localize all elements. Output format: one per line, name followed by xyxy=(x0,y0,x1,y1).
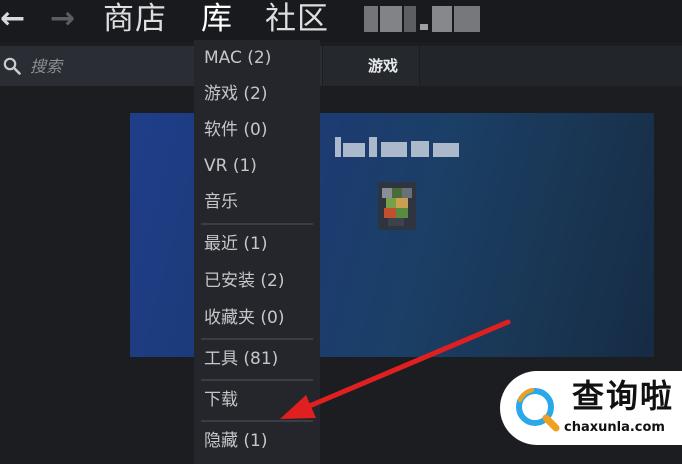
search-input[interactable] xyxy=(30,54,180,78)
chaxunla-logo-icon xyxy=(510,382,564,436)
watermark-text: 查询啦 xyxy=(572,377,675,415)
game-icon[interactable] xyxy=(378,182,416,230)
tab-store[interactable]: 商店 xyxy=(103,0,167,38)
menu-divider xyxy=(201,338,313,340)
menu-item-software[interactable]: 软件 (0) xyxy=(204,115,267,145)
watermark-url: chaxunla.com xyxy=(564,420,665,435)
menu-item-games[interactable]: 游戏 (2) xyxy=(204,79,267,109)
tab-profile-obscured[interactable] xyxy=(364,6,482,32)
tab-library[interactable]: 库 xyxy=(201,0,233,38)
search-icon xyxy=(3,57,21,75)
arrow-right-icon[interactable]: → xyxy=(50,0,75,38)
menu-item-downloads[interactable]: 下载 xyxy=(204,385,238,415)
menu-item-mac[interactable]: MAC (2) xyxy=(204,43,271,73)
games-filter-button[interactable]: 游戏 xyxy=(323,46,419,86)
top-nav-bar: ← → 商店 库 社区 xyxy=(0,0,682,42)
menu-item-installed[interactable]: 已安装 (2) xyxy=(204,266,284,296)
library-dropdown-menu: MAC (2) 游戏 (2) 软件 (0) VR (1) 音乐 最近 (1) 已… xyxy=(194,40,320,464)
menu-item-vr[interactable]: VR (1) xyxy=(204,151,257,181)
toolbar-empty-area xyxy=(420,46,682,86)
menu-divider xyxy=(201,420,313,422)
menu-item-recent[interactable]: 最近 (1) xyxy=(204,229,267,259)
library-toolbar: 游戏 xyxy=(0,46,682,86)
menu-item-hidden[interactable]: 隐藏 (1) xyxy=(204,426,267,456)
menu-divider xyxy=(201,223,313,225)
menu-item-music[interactable]: 音乐 xyxy=(204,187,238,217)
chaxunla-watermark: 查询啦 chaxunla.com xyxy=(500,371,682,464)
menu-divider xyxy=(201,379,313,381)
arrow-left-icon[interactable]: ← xyxy=(0,0,25,38)
menu-item-tools[interactable]: 工具 (81) xyxy=(204,344,278,374)
game-title-obscured xyxy=(335,137,460,157)
tab-community[interactable]: 社区 xyxy=(265,0,329,38)
steam-library-window: ← → 商店 库 社区 游戏 xyxy=(0,0,682,464)
menu-item-favorites[interactable]: 收藏夹 (0) xyxy=(204,303,284,333)
